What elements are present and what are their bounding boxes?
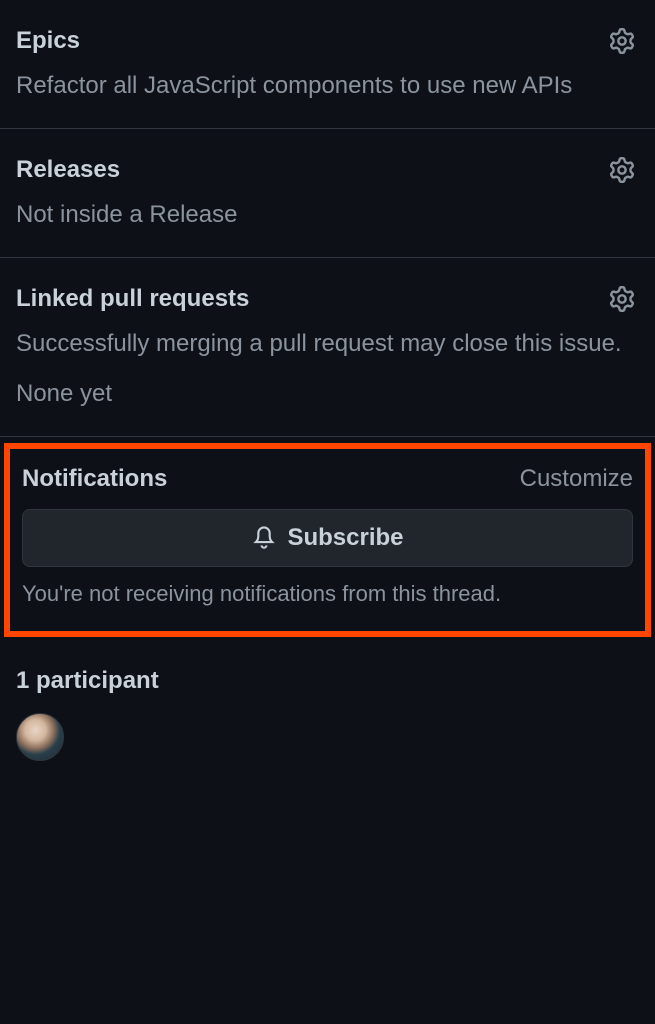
gear-icon (609, 28, 635, 54)
participants-title: 1 participant (16, 667, 639, 695)
gear-icon (609, 286, 635, 312)
notifications-note: You're not receiving notifications from … (22, 581, 633, 607)
subscribe-button[interactable]: Subscribe (22, 509, 633, 567)
releases-title: Releases (16, 156, 120, 184)
gear-icon (609, 157, 635, 183)
notifications-header: Notifications Customize (22, 465, 633, 493)
linked-pr-settings-button[interactable] (605, 282, 639, 316)
customize-button[interactable]: Customize (520, 465, 633, 493)
notifications-title: Notifications (22, 465, 167, 493)
bell-icon (251, 525, 277, 551)
subscribe-label: Subscribe (287, 524, 403, 552)
releases-settings-button[interactable] (605, 153, 639, 187)
participants-section: 1 participant (0, 643, 655, 782)
releases-header: Releases (16, 153, 639, 187)
epics-settings-button[interactable] (605, 24, 639, 58)
epics-content: Refactor all JavaScript components to us… (16, 68, 639, 104)
releases-content: Not inside a Release (16, 197, 639, 233)
participant-avatar[interactable] (16, 713, 64, 761)
epics-section: Epics Refactor all JavaScript components… (0, 0, 655, 129)
epics-title: Epics (16, 27, 80, 55)
notifications-highlight: Notifications Customize Subscribe You're… (4, 443, 651, 637)
linked-pr-title: Linked pull requests (16, 285, 249, 313)
linked-pr-section: Linked pull requests Successfully mergin… (0, 258, 655, 437)
releases-section: Releases Not inside a Release (0, 129, 655, 258)
linked-pr-description: Successfully merging a pull request may … (16, 326, 639, 362)
linked-pr-status: None yet (16, 376, 639, 412)
linked-pr-header: Linked pull requests (16, 282, 639, 316)
epics-header: Epics (16, 24, 639, 58)
